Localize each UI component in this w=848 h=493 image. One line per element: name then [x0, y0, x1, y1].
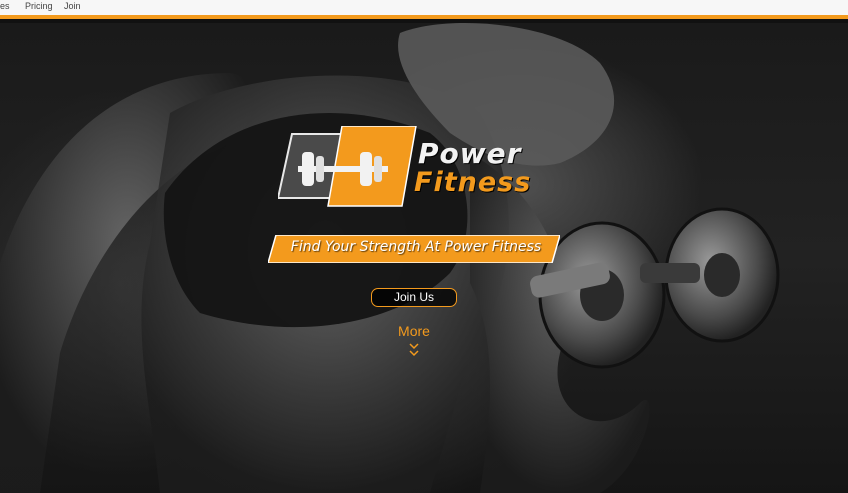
- barbell-icon: [278, 126, 417, 207]
- double-chevron-down-icon[interactable]: [408, 341, 420, 361]
- more-link[interactable]: More: [384, 323, 444, 339]
- nav-item-pricing[interactable]: Pricing: [25, 1, 53, 11]
- brand-name-fitness: Fitness: [414, 167, 532, 198]
- brand-logo[interactable]: Power Fitness: [278, 126, 568, 221]
- tagline-text: Find Your Strength At Power Fitness: [290, 239, 542, 255]
- hero-section: Power Fitness Find Your Strength At Powe…: [0, 23, 848, 493]
- tagline-banner: Find Your Strength At Power Fitness: [268, 235, 560, 263]
- join-us-button[interactable]: Join Us: [371, 288, 457, 307]
- top-nav: es Pricing Join: [0, 0, 848, 19]
- nav-item-features[interactable]: es: [0, 1, 10, 11]
- nav-item-join[interactable]: Join: [64, 1, 81, 11]
- brand-name-power: Power: [418, 137, 522, 170]
